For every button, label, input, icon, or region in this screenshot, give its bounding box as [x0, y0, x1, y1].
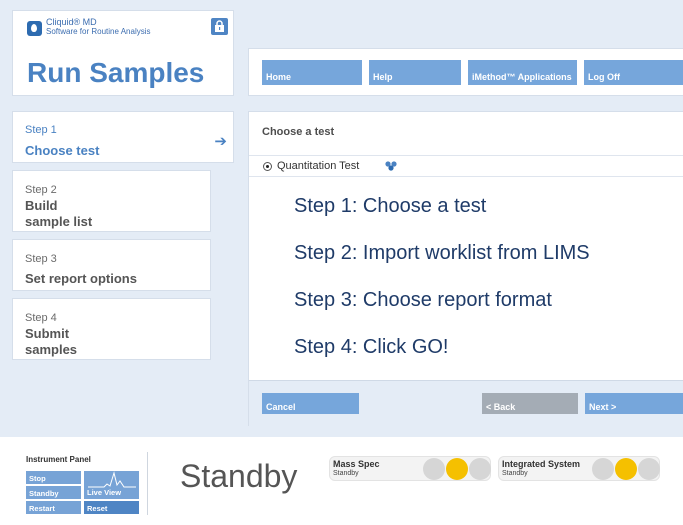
- status-state: Standby: [502, 470, 528, 477]
- arrow-right-icon: ➔: [214, 133, 227, 150]
- step-choose-test[interactable]: Step 1 Choose test ➔: [12, 111, 234, 163]
- droplet-logo-icon: [27, 21, 42, 36]
- live-view-label: Live View: [87, 488, 122, 497]
- header-panel: Cliquid® MD Software for Routine Analysi…: [12, 10, 234, 96]
- molecule-icon: [385, 161, 397, 171]
- instruction-step-1: Step 1: Choose a test: [294, 195, 487, 217]
- status-state: Standby: [333, 470, 359, 477]
- step-number: Step 1: [25, 124, 57, 136]
- step-label: Build sample list: [25, 198, 93, 229]
- nav-bar: Home Help iMethod™ Applications Log Off: [248, 48, 683, 96]
- test-option-row[interactable]: Quantitation Test: [249, 155, 683, 177]
- quantitation-test-radio[interactable]: [263, 162, 272, 171]
- status-light-3: [638, 458, 660, 480]
- section-heading: Choose a test: [262, 126, 335, 138]
- main-panel: Choose a test Quantitation Test Step 1: …: [248, 111, 683, 427]
- status-title: Integrated System: [502, 459, 581, 469]
- nav-home-button[interactable]: Home: [262, 60, 362, 85]
- nav-imethod-applications-button[interactable]: iMethod™ Applications: [468, 60, 577, 85]
- reset-button[interactable]: Reset: [84, 501, 139, 514]
- instrument-state: Standby: [180, 458, 298, 494]
- step-number: Step 3: [25, 253, 57, 265]
- restart-button[interactable]: Restart: [26, 501, 81, 514]
- nav-log-off-button[interactable]: Log Off: [584, 60, 683, 85]
- spectrum-icon: [88, 471, 136, 488]
- integrated-system-status: Integrated System Standby: [498, 456, 660, 481]
- standby-button[interactable]: Standby: [26, 486, 81, 499]
- step-submit-samples[interactable]: Step 4 Submit samples: [12, 298, 211, 360]
- live-view-button[interactable]: Live View: [84, 471, 139, 499]
- mass-spec-status: Mass Spec Standby: [329, 456, 491, 481]
- step-label: Choose test: [25, 143, 100, 158]
- app-subtitle: Software for Routine Analysis: [46, 27, 151, 36]
- status-light-2: [615, 458, 637, 480]
- step-label: Set report options: [25, 271, 137, 286]
- next-button[interactable]: Next >: [585, 393, 683, 414]
- status-title: Mass Spec: [333, 459, 380, 469]
- step-number: Step 2: [25, 184, 57, 196]
- wizard-button-bar: Cancel < Back Next >: [249, 380, 683, 427]
- status-light-1: [423, 458, 445, 480]
- test-option-label: Quantitation Test: [277, 160, 360, 172]
- instruction-step-2: Step 2: Import worklist from LIMS: [294, 242, 590, 264]
- lock-icon[interactable]: [211, 18, 228, 35]
- step-build-sample-list[interactable]: Step 2 Build sample list: [12, 170, 211, 232]
- cancel-button[interactable]: Cancel: [262, 393, 359, 414]
- step-label: Submit samples: [25, 326, 78, 357]
- page-title: Run Samples: [27, 57, 205, 88]
- step-number: Step 4: [25, 312, 57, 324]
- step-set-report-options[interactable]: Step 3 Set report options: [12, 239, 211, 291]
- stop-button[interactable]: Stop: [26, 471, 81, 484]
- status-light-2: [446, 458, 468, 480]
- instrument-panel-title: Instrument Panel: [26, 455, 91, 464]
- instruction-step-3: Step 3: Choose report format: [294, 289, 552, 311]
- instruction-step-4: Step 4: Click GO!: [294, 336, 449, 358]
- status-light-1: [592, 458, 614, 480]
- divider: [147, 452, 148, 515]
- app-name: Cliquid® MD: [46, 17, 97, 27]
- status-light-3: [469, 458, 491, 480]
- back-button[interactable]: < Back: [482, 393, 578, 414]
- nav-help-button[interactable]: Help: [369, 60, 461, 85]
